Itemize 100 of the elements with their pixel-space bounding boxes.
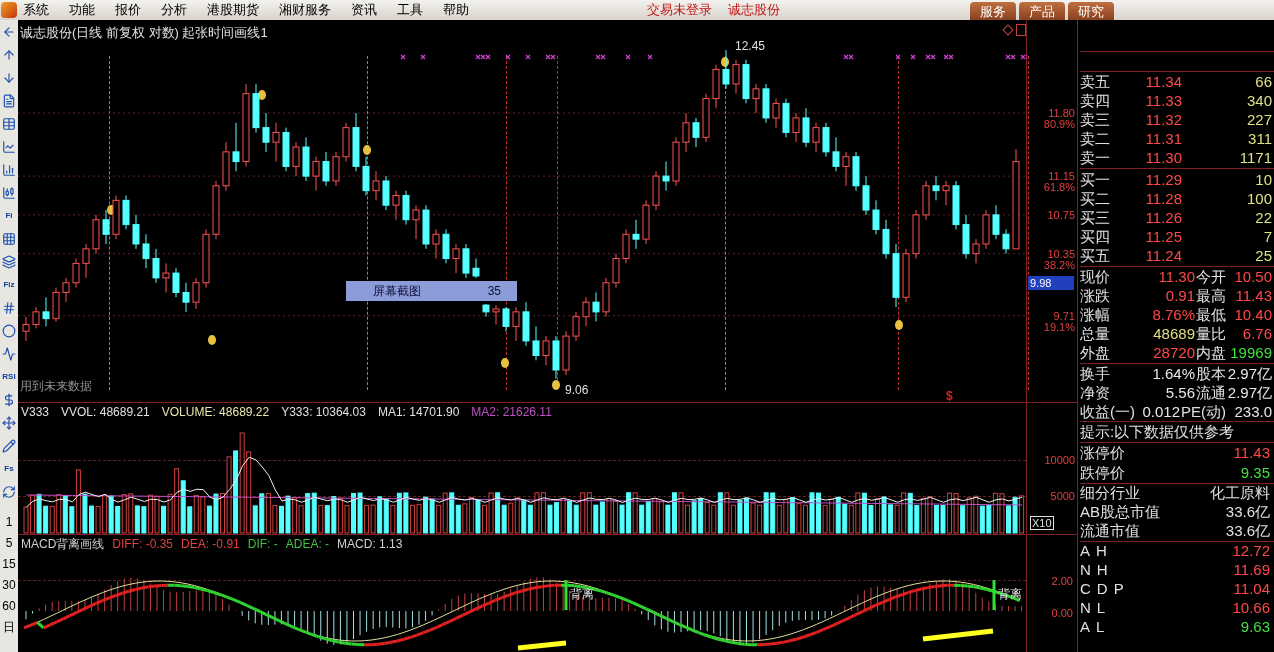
order-volume: 1171	[1238, 148, 1273, 167]
candle	[382, 175, 390, 211]
nav-button[interactable]: 服务	[970, 2, 1016, 20]
order-level-label: 卖三	[1080, 110, 1111, 129]
order-price: 11.24	[1144, 246, 1182, 265]
candle	[752, 83, 760, 114]
tool-button[interactable]: RSI	[2, 365, 16, 388]
tool-button[interactable]: Fiz	[3, 273, 15, 296]
bar-chart-icon[interactable]	[2, 162, 16, 177]
period-button[interactable]: 1	[5, 511, 13, 532]
chart-note: 用到未来数据	[20, 378, 92, 395]
pencil-icon[interactable]	[2, 438, 16, 453]
order-price: 11.29	[1144, 170, 1182, 189]
notice-text: 提示:以下数据仅供参考	[1080, 421, 1235, 442]
candle	[832, 136, 840, 172]
tool-button[interactable]: Fi	[5, 204, 13, 227]
menu-item[interactable]: 港股期货	[207, 0, 259, 20]
period-button[interactable]: 5	[5, 532, 13, 553]
low-price-label: 9.06	[564, 384, 590, 397]
candle	[252, 83, 260, 133]
tooltip-value: 35	[487, 283, 501, 300]
candle	[172, 267, 180, 298]
dollar-icon[interactable]	[2, 392, 16, 407]
quote-label: 收益(一)	[1080, 402, 1135, 421]
quote-label: NH	[1080, 560, 1114, 581]
candle	[762, 83, 770, 124]
candle	[202, 228, 210, 289]
order-price: 11.33	[1144, 91, 1182, 110]
quote-label: 涨跌	[1080, 286, 1110, 305]
menu-item[interactable]: 资讯	[351, 0, 377, 20]
order-volume: 10	[1254, 170, 1273, 189]
candle	[62, 277, 70, 303]
quote-value: 11.43	[1233, 442, 1271, 463]
divergence-label: 背离	[570, 586, 594, 603]
indicator-value: MACD: 1.13	[337, 537, 403, 551]
menu-item[interactable]: 分析	[161, 0, 187, 20]
nav-button[interactable]: 产品	[1019, 2, 1065, 20]
layers-icon[interactable]	[2, 254, 16, 269]
candle	[532, 325, 540, 361]
candle	[732, 59, 740, 95]
grid-icon[interactable]	[2, 231, 16, 246]
quote-label: 最低	[1196, 305, 1226, 324]
candle	[452, 243, 460, 274]
nav-button[interactable]: 研究	[1068, 2, 1114, 20]
order-volume: 25	[1254, 246, 1273, 265]
quote-label: 涨幅	[1080, 305, 1110, 324]
quote-label: 细分行业	[1080, 483, 1140, 504]
period-button[interactable]: 日	[3, 616, 15, 637]
menu-item[interactable]: 湘财服务	[279, 0, 331, 20]
period-button[interactable]: 15	[2, 553, 16, 574]
candle	[112, 195, 120, 240]
menu-item[interactable]: 系统	[23, 0, 49, 20]
period-button[interactable]: 30	[2, 574, 16, 595]
menu-item[interactable]: 帮助	[443, 0, 469, 20]
candle	[642, 199, 650, 245]
cross-marker-icon	[505, 54, 511, 60]
candle	[1002, 228, 1010, 255]
move-icon[interactable]	[2, 415, 16, 430]
quote-value: 化工原料	[1210, 483, 1271, 504]
candle	[142, 233, 150, 269]
document-icon[interactable]	[2, 93, 16, 108]
candle	[132, 214, 140, 250]
order-level-label: 买一	[1080, 170, 1111, 189]
candle	[332, 151, 340, 187]
wave-icon[interactable]	[2, 346, 16, 361]
menu-item[interactable]: 工具	[397, 0, 423, 20]
candle	[612, 253, 620, 289]
arrow-left-icon[interactable]	[2, 24, 16, 39]
quote-value: 33.6亿	[1225, 521, 1271, 542]
quote-label: 外盘	[1080, 343, 1110, 362]
quote-value: 11.69	[1233, 560, 1271, 581]
candle	[522, 301, 530, 347]
menu-item[interactable]: 功能	[69, 0, 95, 20]
candle	[342, 122, 350, 163]
refresh-icon[interactable]	[2, 484, 16, 499]
candle	[802, 107, 810, 148]
order-level-label: 买五	[1080, 246, 1111, 265]
candle	[512, 306, 520, 342]
order-volume: 7	[1262, 227, 1273, 246]
candle	[842, 151, 850, 187]
fibonacci-label: 38.2%	[1043, 258, 1075, 271]
candle	[722, 49, 730, 90]
candle	[792, 112, 800, 143]
quote-value: 0.012	[1141, 402, 1180, 421]
table-icon[interactable]	[2, 116, 16, 131]
candle	[622, 228, 630, 264]
hash-icon[interactable]	[2, 300, 16, 315]
candle	[932, 175, 940, 201]
divergence-label: 背离	[998, 586, 1022, 603]
quote-value: 28720	[1152, 343, 1195, 362]
window-icon[interactable]	[1016, 24, 1026, 36]
candlestick-icon[interactable]	[2, 185, 16, 200]
circle-icon[interactable]	[2, 323, 16, 338]
quote-value: 0.91	[1164, 286, 1195, 305]
period-button[interactable]: 60	[2, 595, 16, 616]
candle	[162, 262, 170, 293]
fibonacci-label: 19.1%	[1043, 320, 1075, 333]
tool-button[interactable]: Fs	[4, 457, 14, 480]
line-chart-icon[interactable]	[2, 139, 16, 154]
menu-item[interactable]: 报价	[115, 0, 141, 20]
